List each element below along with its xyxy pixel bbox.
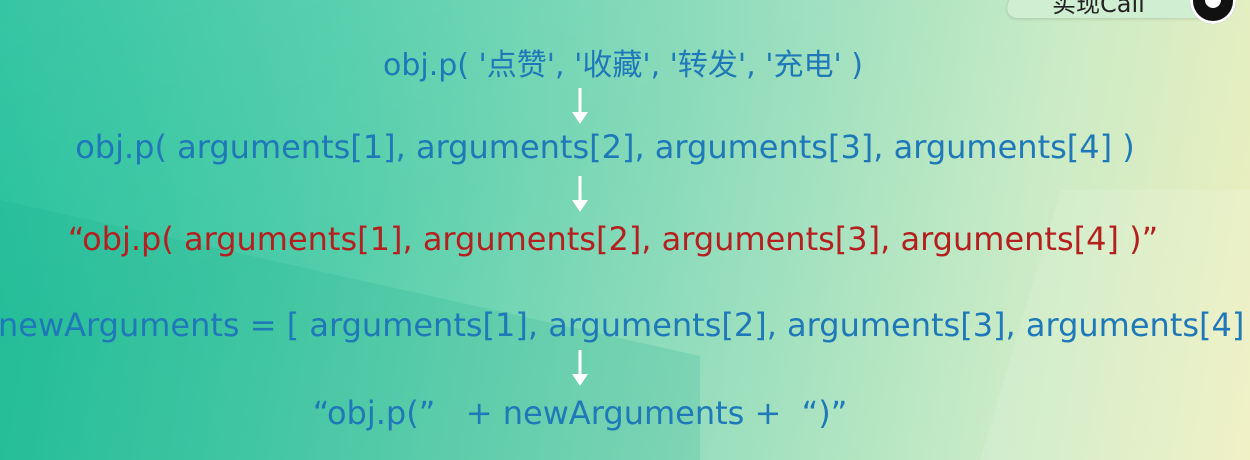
step-2-text: obj.p( arguments[1], arguments[2], argum… <box>75 128 1135 166</box>
arrow-down-icon <box>572 176 588 212</box>
diagram-step-5: “obj.p(” + newArguments + “)” <box>0 394 1250 432</box>
arrow-down-icon <box>572 88 588 124</box>
diagram-step-3: “obj.p( arguments[1], arguments[2], argu… <box>0 220 1250 258</box>
diagram-step-2: obj.p( arguments[1], arguments[2], argum… <box>0 128 1250 166</box>
step-3-text: “obj.p( arguments[1], arguments[2], argu… <box>67 220 1159 258</box>
diagram-step-4: newArguments = [ arguments[1], arguments… <box>0 306 1250 344</box>
step-4-text: newArguments = [ arguments[1], arguments… <box>0 306 1250 344</box>
step-5-text: “obj.p(” + newArguments + “)” <box>312 394 848 432</box>
slide-title: 实现Call <box>1052 0 1145 18</box>
arrow-down-icon <box>572 350 588 386</box>
step-1-text: obj.p( '点赞', '收藏', '转发', '充电' ) <box>383 48 863 83</box>
record-icon <box>1190 0 1236 24</box>
diagram-step-1: obj.p( '点赞', '收藏', '转发', '充电' ) <box>0 40 1250 84</box>
